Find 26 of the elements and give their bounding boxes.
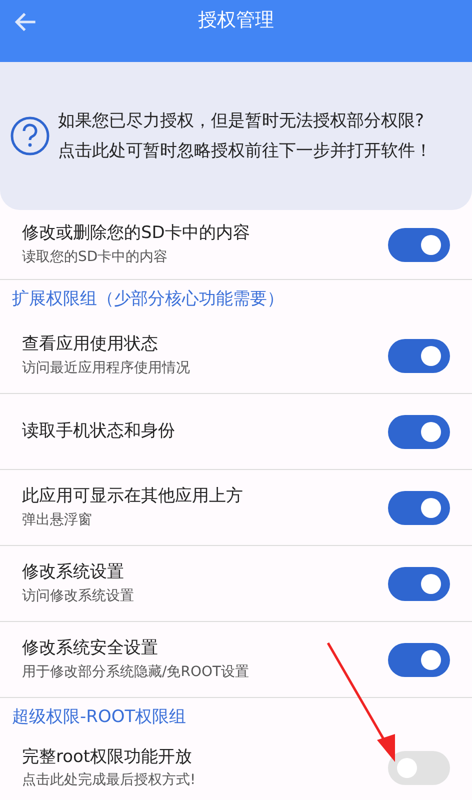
notice-text: 如果您已尽力授权，但是暂时无法授权部分权限? 点击此处可暂时忽略授权前往下一步并打开软件！ (58, 110, 432, 163)
permission-title: 修改系统设置 (22, 561, 125, 584)
permission-description: 访问修改系统设置 (22, 586, 135, 606)
notice-card[interactable]: 如果您已尽力授权，但是暂时无法授权部分权限? 点击此处可暂时忽略授权前往下一步并打开软件！ (0, 62, 472, 210)
permission-title: 完整root权限功能开放 (22, 746, 194, 769)
section-title: 扩展权限组（少部分核心功能需要） (11, 288, 285, 311)
toggle-switch[interactable] (388, 414, 450, 448)
permission-description: 用于修改部分系统隐藏/免ROOT设置 (22, 662, 250, 682)
section-title: 超级权限-ROOT权限组 (11, 706, 188, 729)
permission-title: 修改系统安全设置 (22, 637, 159, 660)
permission-title: 修改或删除您的SD卡中的内容 (22, 222, 251, 246)
toggle-switch[interactable] (388, 490, 450, 524)
permission-title: 此应用可显示在其他应用上方 (22, 485, 244, 508)
help-icon (10, 116, 50, 156)
toggle-switch[interactable] (388, 751, 450, 785)
toggle-switch[interactable] (388, 642, 450, 676)
permission-description: 点击此处完成最后授权方式! (22, 771, 197, 790)
permission-description: 访问最近应用程序使用情况 (22, 358, 191, 378)
permission-title: 查看应用使用状态 (22, 333, 159, 356)
toggle-switch[interactable] (388, 566, 450, 600)
permission-description: 弹出悬浮窗 (22, 510, 93, 530)
toggle-switch[interactable] (388, 338, 450, 372)
permission-description: 读取您的SD卡中的内容 (22, 248, 169, 267)
toggle-switch[interactable] (388, 228, 450, 262)
screen-title: 授权管理 (198, 8, 274, 33)
permission-title: 读取手机状态和身份 (22, 420, 176, 443)
